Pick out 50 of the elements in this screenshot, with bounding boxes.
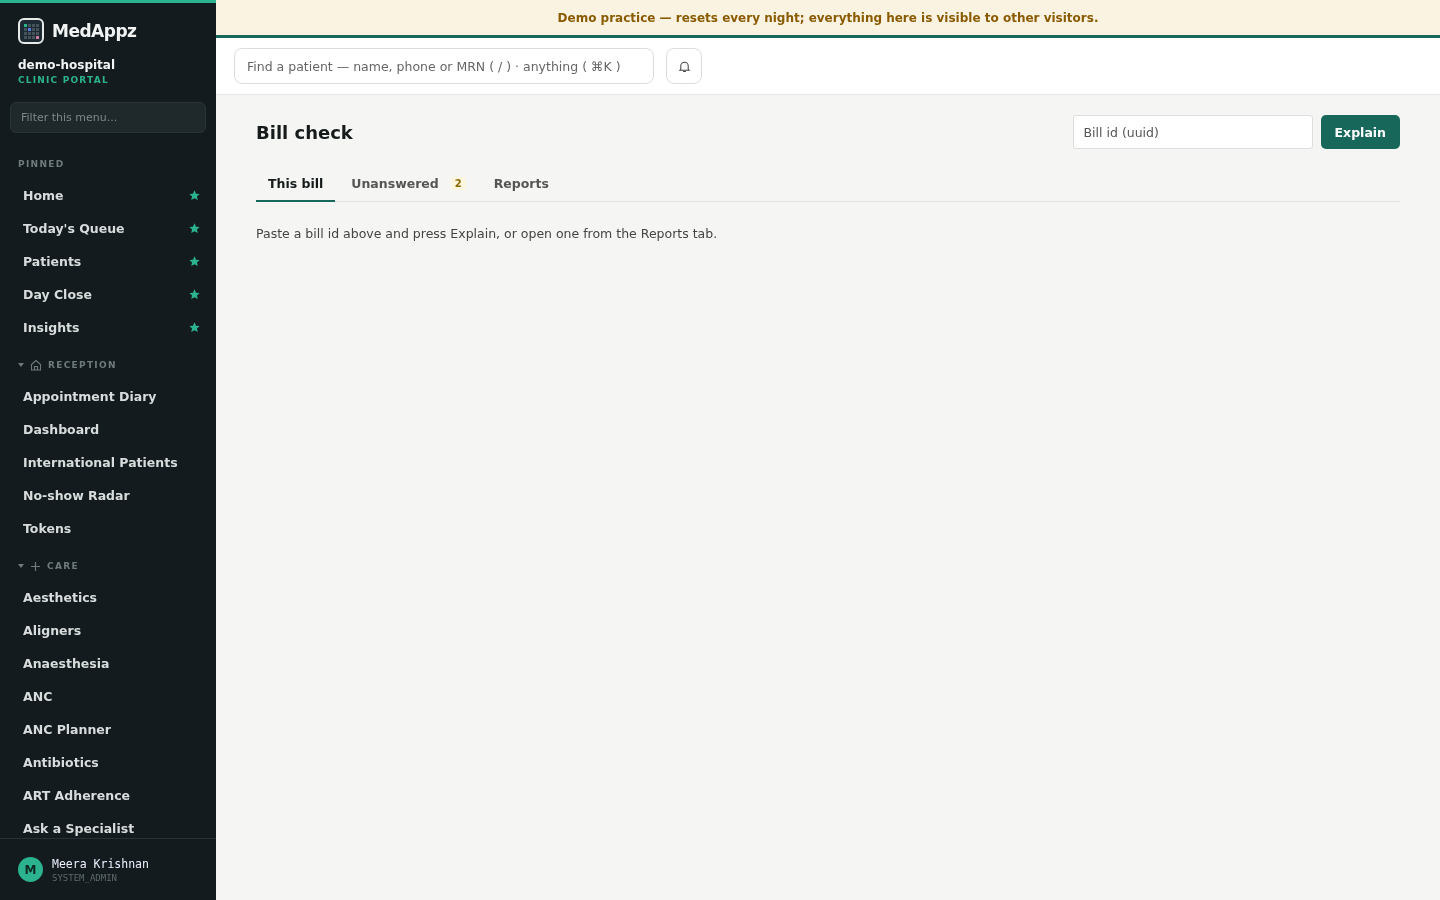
nav-item[interactable]: Ask a Specialist <box>0 812 216 838</box>
nav-item[interactable]: No-show Radar <box>0 479 216 512</box>
nav-item[interactable]: Insights <box>0 311 216 344</box>
user-role: SYSTEM_ADMIN <box>52 872 119 883</box>
section-title[interactable]: RECEPTION <box>48 360 117 370</box>
portal-label: CLINIC PORTAL <box>17 74 110 85</box>
user-avatar: M <box>18 857 43 882</box>
nav-item[interactable]: Home <box>0 179 216 212</box>
user-name: Meera Krishnan <box>52 856 149 871</box>
nav-item[interactable]: ART Adherence <box>0 779 216 812</box>
section-title: PINNED <box>18 159 65 169</box>
nav-item[interactable]: Today's Queue <box>0 212 216 245</box>
plus-icon <box>30 560 41 572</box>
bill-id-field[interactable]: Bill id (uuid) <box>1072 115 1313 149</box>
brand-name: MedAppz <box>52 21 137 41</box>
tab[interactable]: Reports <box>481 166 561 202</box>
nav-item[interactable]: ANC Planner <box>0 713 216 746</box>
star-icon[interactable] <box>189 322 200 333</box>
caret-icon[interactable] <box>18 362 24 368</box>
nav-item[interactable]: Aligners <box>0 614 216 647</box>
nav-item[interactable]: Patients <box>0 245 216 278</box>
star-icon[interactable] <box>189 256 200 267</box>
count-badge: 2 <box>450 176 466 190</box>
tab[interactable]: This bill <box>256 166 336 202</box>
caret-icon[interactable] <box>18 563 24 569</box>
bell-icon <box>677 59 691 73</box>
instruction-text: Paste a bill id above and press Explain, or open one from the Reports tab. <box>256 226 719 241</box>
explain-button[interactable]: Explain <box>1320 115 1400 149</box>
logo-icon <box>18 18 44 44</box>
nav-item[interactable]: International Patients <box>0 446 216 479</box>
section-title[interactable]: CARE <box>47 561 79 571</box>
tab[interactable]: Unanswered 2 <box>339 166 478 202</box>
nav-item[interactable]: Anaesthesia <box>0 647 216 680</box>
nav-item[interactable]: Aesthetics <box>0 581 216 614</box>
house-icon <box>30 359 42 371</box>
search-field[interactable]: Find a patient — name, phone or MRN ( / ) · anything ( ⌘K ) <box>234 48 654 84</box>
demo-banner: Demo practice — resets every night; everything here is visible to other visitors. <box>216 0 1440 38</box>
nav-item[interactable]: ANC <box>0 680 216 713</box>
nav-item[interactable]: Tokens <box>0 512 216 545</box>
star-icon[interactable] <box>189 289 200 300</box>
nav-item[interactable]: Appointment Diary <box>0 380 216 413</box>
nav-item[interactable]: Antibiotics <box>0 746 216 779</box>
nav-item[interactable]: Dashboard <box>0 413 216 446</box>
star-icon[interactable] <box>189 190 200 201</box>
organization-name: demo-hospital <box>17 57 117 72</box>
notifications-button[interactable] <box>666 48 702 84</box>
nav-item[interactable]: Day Close <box>0 278 216 311</box>
menu-filter-field[interactable]: Filter this menu... <box>10 102 206 133</box>
page-title: Bill check <box>256 121 353 143</box>
star-icon[interactable] <box>189 223 200 234</box>
